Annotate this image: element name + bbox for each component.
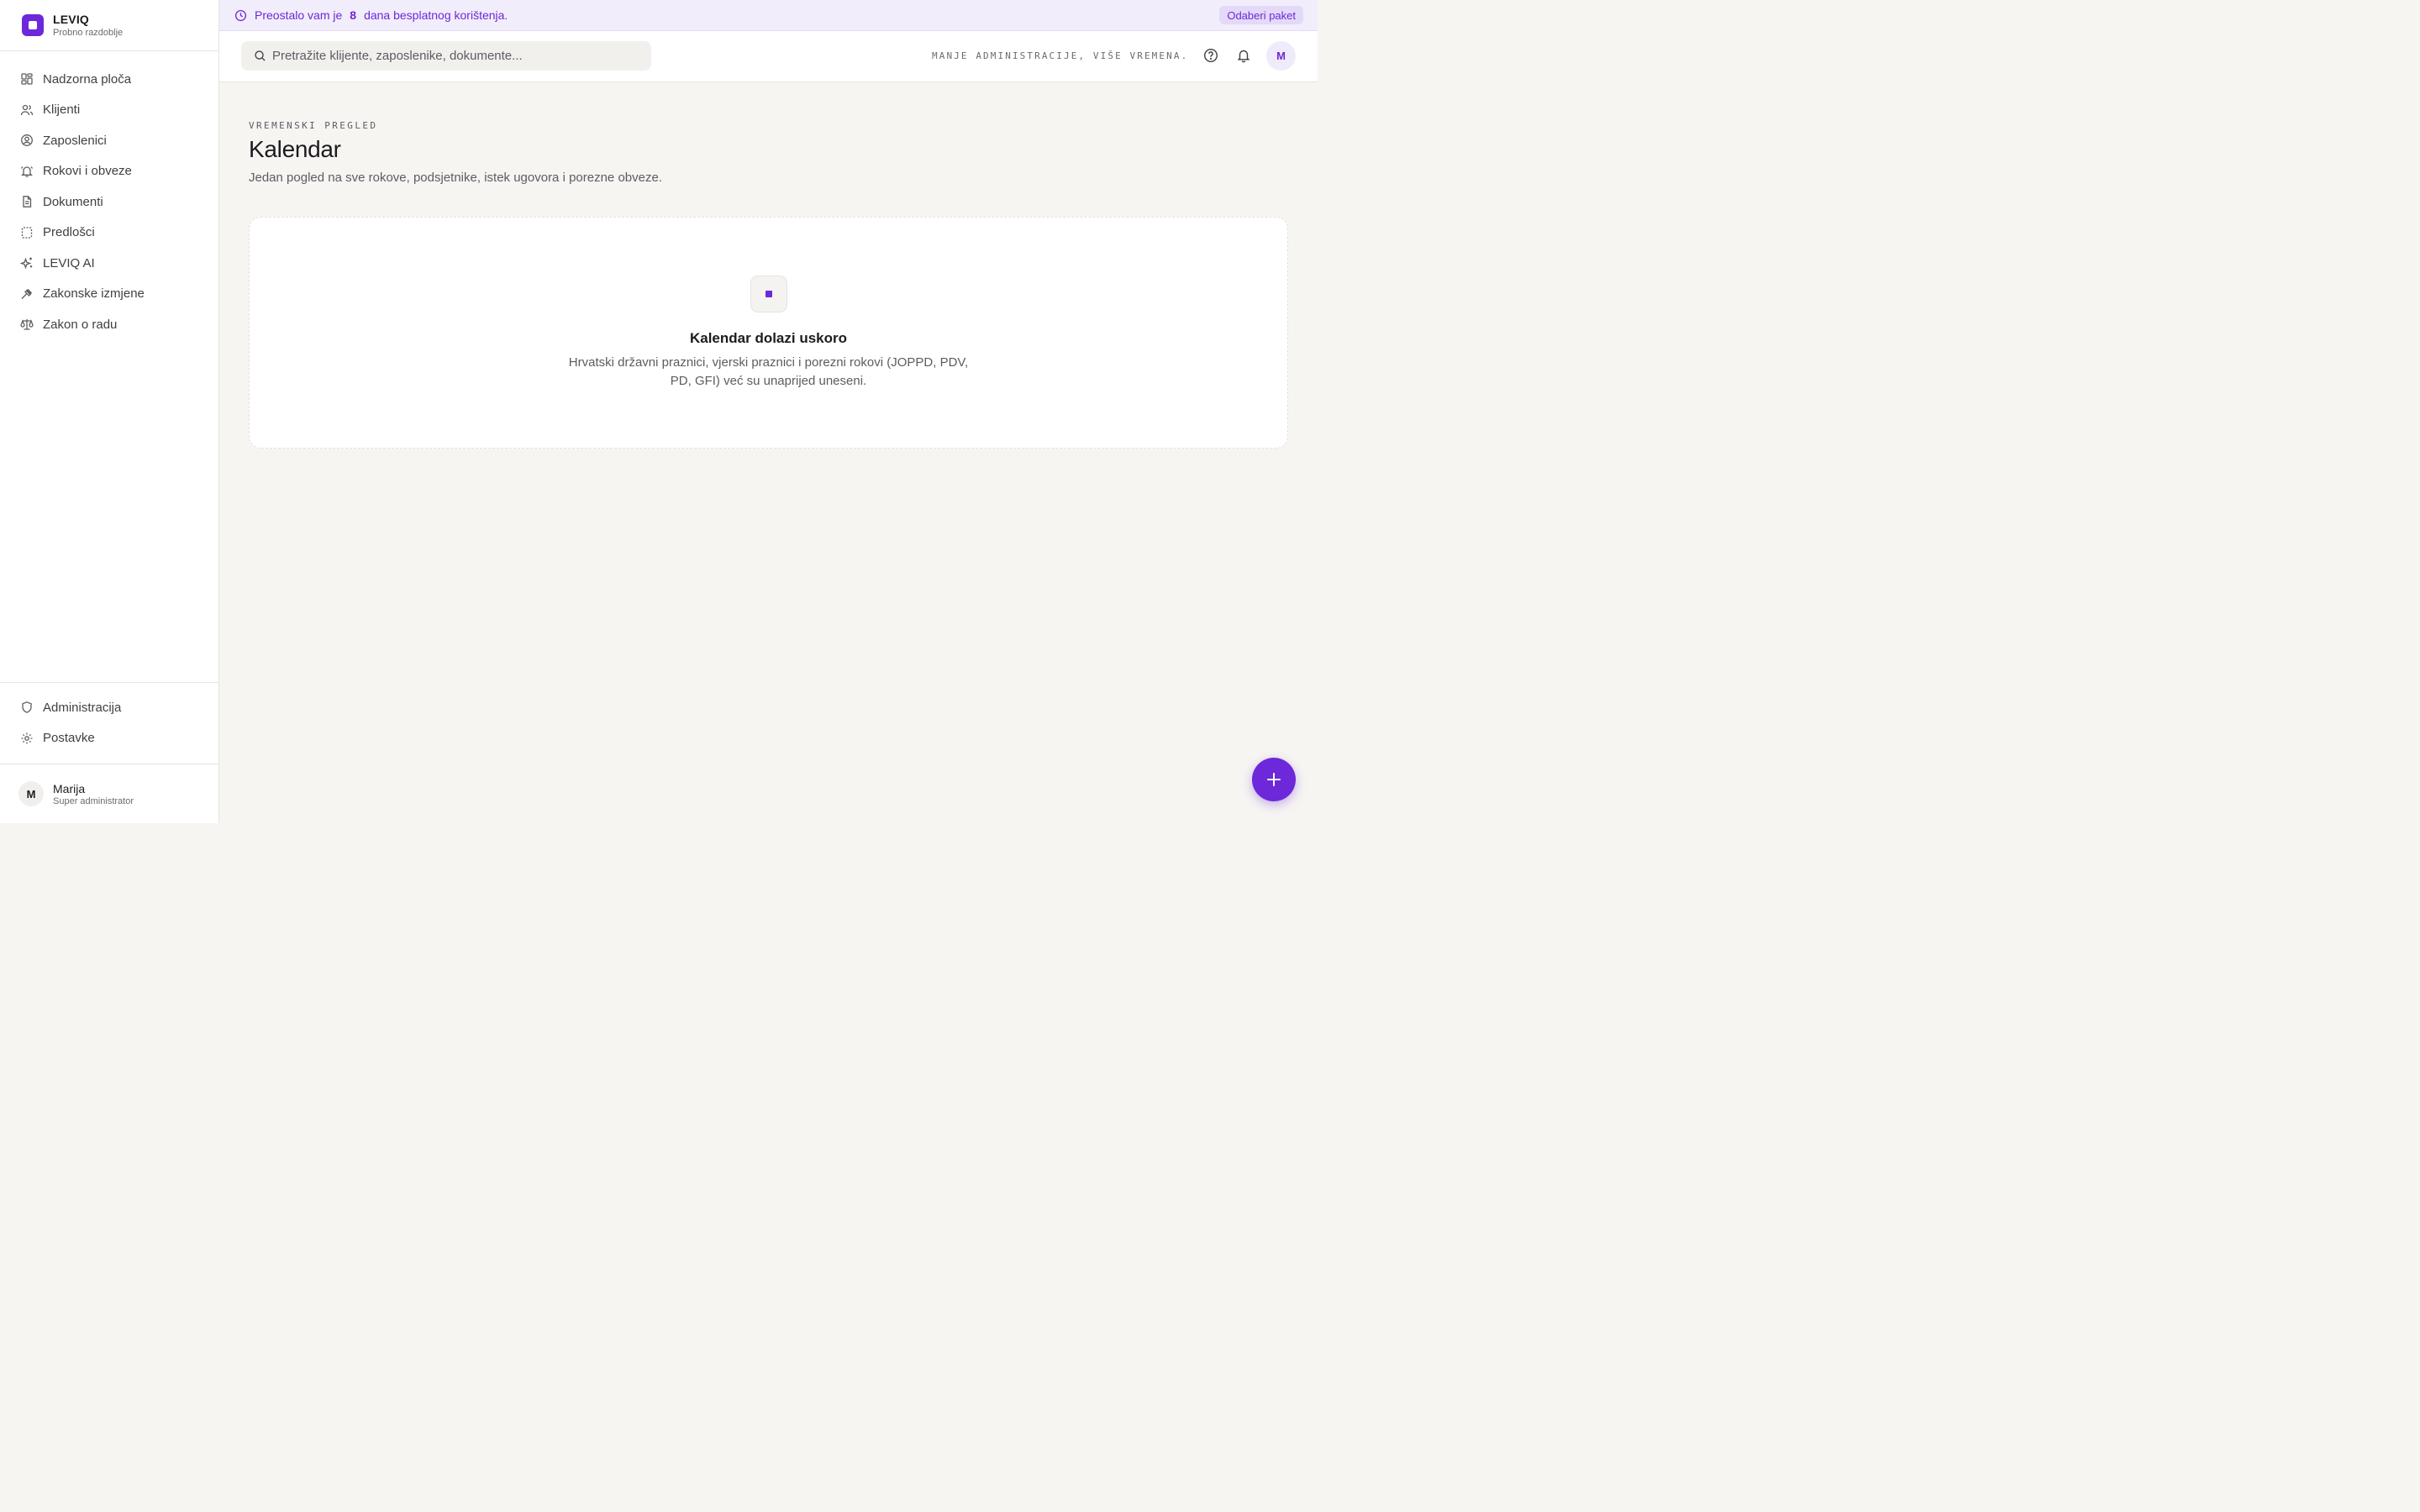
notifications-button[interactable] [1236, 48, 1253, 65]
sidebar-item-label: Zaposlenici [43, 133, 107, 148]
empty-state-card: Kalendar dolazi uskoro Hrvatski državni … [249, 217, 1288, 449]
brand-name: LEVIQ [53, 13, 90, 26]
user-circle-icon [21, 134, 33, 147]
add-button[interactable] [1252, 758, 1296, 801]
sidebar-item-label: Zakonske izmjene [43, 286, 145, 302]
sidebar-item-administration[interactable]: Administracija [0, 692, 218, 723]
sidebar-item-employees[interactable]: Zaposlenici [0, 125, 218, 156]
trial-days-count: 8 [350, 8, 357, 22]
plus-icon [1267, 773, 1281, 786]
sidebar-item-documents[interactable]: Dokumenti [0, 186, 218, 218]
sidebar-item-label: Rokovi i obveze [43, 164, 132, 179]
template-icon [21, 227, 33, 239]
clock-icon [234, 9, 247, 21]
choose-plan-button[interactable]: Odaberi paket [1219, 6, 1303, 24]
sidebar-item-label: Klijenti [43, 102, 81, 118]
calendar-placeholder-icon [750, 276, 787, 312]
gavel-icon [21, 288, 32, 299]
banner-suffix: dana besplatnog korištenja. [364, 8, 508, 22]
bell-icon [1237, 50, 1250, 63]
gear-icon [21, 732, 33, 744]
help-button[interactable] [1203, 48, 1220, 65]
page-eyebrow: VREMENSKI PREGLED [249, 120, 378, 131]
shield-icon [22, 701, 32, 714]
logo-icon [22, 14, 44, 36]
search-bar[interactable] [241, 41, 651, 71]
sidebar-item-templates[interactable]: Predlošci [0, 218, 218, 249]
sidebar-item-label: Administracija [43, 700, 122, 715]
page-title: Kalendar [249, 136, 341, 162]
empty-state-title: Kalendar dolazi uskoro [689, 330, 848, 346]
search-icon [255, 50, 266, 61]
sidebar-item-label: Nadzorna ploča [43, 71, 132, 87]
sidebar-item-labor-law[interactable]: Zakon o radu [0, 309, 218, 340]
scale-icon [20, 319, 34, 330]
sidebar-item-dashboard[interactable]: Nadzorna ploča [0, 64, 218, 95]
user-profile[interactable]: M Marija Super administrator [0, 764, 218, 823]
topbar: MANJE ADMINISTRACIJE, VIŠE VREMENA. M [219, 31, 1318, 82]
sidebar-item-settings[interactable]: Postavke [0, 723, 218, 754]
sidebar-item-deadlines[interactable]: Rokovi i obveze [0, 156, 218, 187]
search-input[interactable] [272, 49, 625, 63]
users-icon [20, 104, 34, 115]
brand[interactable]: LEVIQ Probno razdoblje [0, 0, 218, 51]
sidebar-item-label: Postavke [43, 731, 95, 746]
help-icon [1203, 48, 1218, 63]
sidebar-item-label: Predlošci [43, 225, 95, 240]
trial-banner: Preostalo vam je 8 dana besplatnog koriš… [219, 0, 1318, 31]
sidebar-item-label: Dokumenti [43, 194, 103, 209]
banner-prefix: Preostalo vam je [255, 8, 343, 22]
sidebar-nav: Nadzorna ploča Klijenti Zaposlenici Roko… [0, 64, 218, 340]
bell-alarm-icon [20, 165, 34, 177]
brand-subtitle: Probno razdoblje [53, 28, 124, 38]
sidebar-item-legal-changes[interactable]: Zakonske izmjene [0, 279, 218, 310]
user-role: Super administrator [53, 796, 134, 806]
user-name: Marija [53, 782, 86, 795]
sidebar-item-label: Zakon o radu [43, 317, 118, 332]
sidebar: LEVIQ Probno razdoblje Nadzorna ploča Kl… [0, 0, 219, 823]
tagline: MANJE ADMINISTRACIJE, VIŠE VREMENA. [932, 50, 1189, 61]
document-icon [23, 196, 32, 208]
empty-state-text: Hrvatski državni praznici, vjerski prazn… [568, 355, 969, 388]
dashboard-icon [21, 73, 33, 85]
sidebar-bottom-nav: Administracija Postavke [0, 682, 218, 764]
sidebar-item-clients[interactable]: Klijenti [0, 95, 218, 126]
sidebar-item-label: LEVIQ AI [43, 255, 95, 270]
sparkles-icon [20, 257, 33, 270]
avatar: M [18, 781, 44, 806]
page-subtitle: Jedan pogled na sve rokove, podsjetnike,… [249, 171, 662, 185]
avatar[interactable]: M [1266, 41, 1296, 71]
sidebar-item-ai[interactable]: LEVIQ AI [0, 248, 218, 279]
